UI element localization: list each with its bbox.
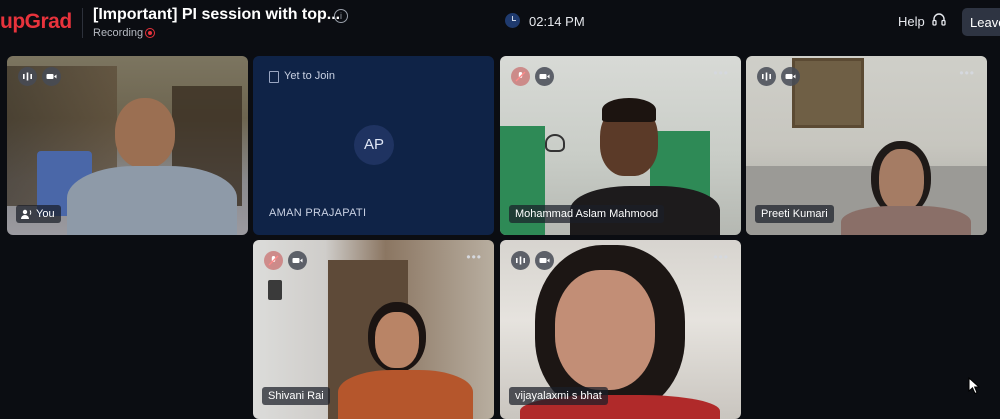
help-link[interactable]: Help bbox=[898, 14, 925, 29]
more-options-icon[interactable]: ••• bbox=[713, 250, 729, 264]
participant-tile-you[interactable]: You bbox=[7, 56, 248, 235]
mic-indicator bbox=[757, 67, 776, 86]
session-time: 02:14 PM bbox=[529, 14, 585, 29]
camera-indicator bbox=[535, 67, 554, 86]
clock-icon bbox=[505, 13, 520, 28]
mic-muted-indicator bbox=[511, 67, 530, 86]
participant-name: Mohammad Aslam Mahmood bbox=[509, 205, 665, 223]
avatar: AP bbox=[354, 125, 394, 165]
mouse-cursor-icon bbox=[968, 377, 980, 395]
recording-label: Recording bbox=[93, 27, 144, 39]
top-bar: upGrad [Important] PI session with top..… bbox=[0, 0, 1000, 48]
more-options-icon[interactable]: ••• bbox=[713, 66, 729, 80]
join-status: Yet to Join bbox=[284, 70, 335, 82]
participant-name: You bbox=[16, 205, 61, 223]
participant-tile-shivani[interactable]: ••• Shivani Rai bbox=[253, 240, 494, 419]
participant-name: Preeti Kumari bbox=[755, 205, 834, 223]
camera-indicator bbox=[781, 67, 800, 86]
headset-icon[interactable] bbox=[932, 13, 946, 27]
participant-name: AMAN PRAJAPATI bbox=[269, 207, 367, 219]
participant-tile-preeti[interactable]: ••• Preeti Kumari bbox=[746, 56, 987, 235]
upgrad-logo: upGrad bbox=[0, 10, 72, 33]
participant-tile-vijayalaxmi[interactable]: ••• vijayalaxmi s bhat bbox=[500, 240, 741, 419]
participant-tile-mohammad[interactable]: ••• Mohammad Aslam Mahmood bbox=[500, 56, 741, 235]
participant-name: vijayalaxmi s bhat bbox=[509, 387, 608, 405]
mic-indicator bbox=[18, 67, 37, 86]
participant-tile-aman[interactable]: Yet to Join AP AMAN PRAJAPATI bbox=[253, 56, 494, 235]
header-divider bbox=[82, 8, 83, 38]
info-icon[interactable]: i bbox=[334, 9, 348, 23]
door-icon bbox=[269, 71, 279, 83]
camera-indicator bbox=[42, 67, 61, 86]
session-title: [Important] PI session with top... bbox=[93, 6, 341, 23]
mic-muted-indicator bbox=[264, 251, 283, 270]
recording-icon bbox=[145, 28, 155, 38]
participant-name: Shivani Rai bbox=[262, 387, 330, 405]
camera-indicator bbox=[288, 251, 307, 270]
camera-indicator bbox=[535, 251, 554, 270]
leave-button[interactable]: Leave bbox=[962, 8, 1000, 36]
more-options-icon[interactable]: ••• bbox=[466, 250, 482, 264]
person-speaking-icon bbox=[21, 209, 32, 219]
mic-indicator bbox=[511, 251, 530, 270]
more-options-icon[interactable]: ••• bbox=[959, 66, 975, 80]
